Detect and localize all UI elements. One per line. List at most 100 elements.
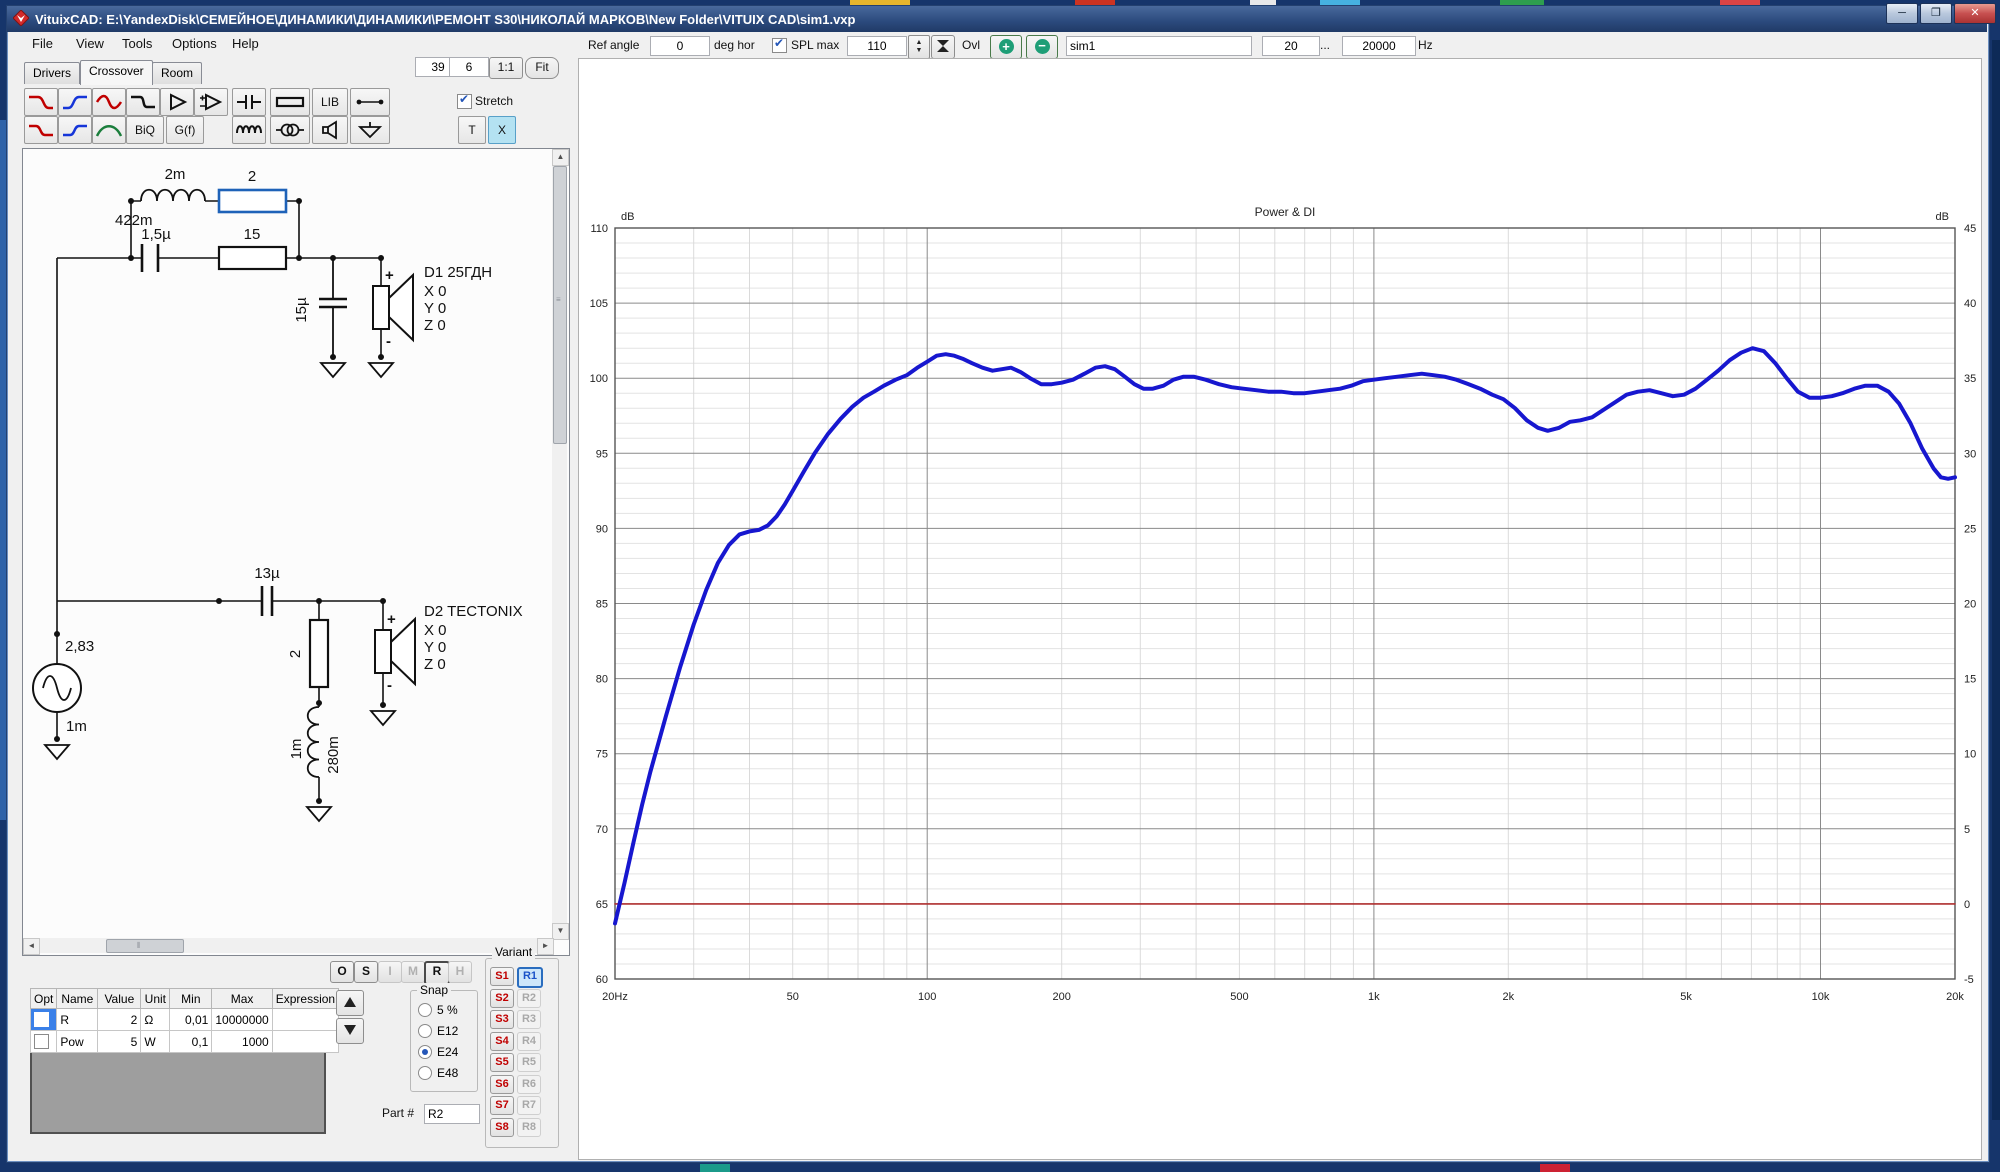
schematic-vscrollbar[interactable]: ▲ ≡ ▼ [552,149,567,938]
spl-max-checkbox[interactable] [772,38,787,53]
peak-filter-button[interactable] [92,88,126,116]
snap-radio-5[interactable] [418,1003,432,1017]
scroll-right-icon[interactable]: ► [537,938,554,955]
power-di-chart[interactable]: 1101051009590858075706560454035302520151… [579,59,1979,1157]
variant-s7-button[interactable]: S7 [490,1096,514,1115]
schematic-speaker-d1[interactable] [373,275,413,340]
vscroll-thumb[interactable]: ≡ [553,166,567,444]
cell-expression[interactable] [272,1031,338,1053]
variant-r3-button[interactable]: R3 [517,1010,541,1029]
variant-s8-button[interactable]: S8 [490,1118,514,1137]
part-number-input[interactable] [424,1104,480,1124]
cell-name[interactable]: Pow [57,1031,98,1053]
variant-s5-button[interactable]: S5 [490,1053,514,1072]
opt-cell[interactable] [31,1031,57,1053]
cell-max[interactable]: 1000 [212,1031,272,1053]
hscroll-thumb[interactable]: ⦀ [106,939,184,953]
schematic-resistor-2b[interactable] [310,620,328,687]
table-row[interactable]: R 2 Ω 0,01 10000000 [31,1009,339,1031]
component-table[interactable]: Opt Name Value Unit Min Max Expression R… [30,988,339,1053]
schematic-resistor-selected[interactable] [219,190,286,212]
close-button[interactable]: ✕ [1954,3,1996,24]
variant-s4-button[interactable]: S4 [490,1032,514,1051]
cell-min[interactable]: 0,01 [170,1009,212,1031]
variant-r6-button[interactable]: R6 [517,1075,541,1094]
grid-rows-input[interactable] [449,57,489,77]
library-button[interactable]: LIB [312,88,348,116]
schematic-hscrollbar[interactable]: ◄ ⦀ ► [23,938,552,953]
scroll-down-icon[interactable]: ▼ [552,923,569,940]
tab-crossover[interactable]: Crossover [80,60,153,85]
freq-max-input[interactable] [1342,36,1416,56]
menu-view[interactable]: View [66,33,114,55]
inductor-button[interactable] [232,116,266,144]
snap-radio-e48[interactable] [418,1066,432,1080]
mode-button-r[interactable]: R [424,961,450,985]
menu-file[interactable]: File [22,33,63,55]
cell-name[interactable]: R [57,1009,98,1031]
cell-value[interactable]: 2 [98,1009,141,1031]
remove-overlay-button[interactable]: − [1026,35,1058,59]
transfer-function-button[interactable]: G(f) [166,116,204,144]
variant-r1-button[interactable]: R1 [517,967,543,988]
variant-s3-button[interactable]: S3 [490,1010,514,1029]
text-tool-button[interactable]: T [458,116,486,144]
mode-button-o[interactable]: O [330,961,354,983]
bandpass-button[interactable] [92,116,126,144]
scroll-left-icon[interactable]: ◄ [23,938,40,955]
row-up-button[interactable] [336,990,364,1016]
stretch-checkbox[interactable] [457,94,472,109]
wire-button[interactable] [350,88,390,116]
menu-tools[interactable]: Tools [112,33,162,55]
variant-r7-button[interactable]: R7 [517,1096,541,1115]
add-overlay-button[interactable]: + [990,35,1022,59]
title-bar[interactable]: VituixCAD: E:\YandexDisk\СЕМЕЙНОЕ\ДИНАМИ… [7,6,1987,32]
schematic-speaker-d2[interactable] [375,619,415,684]
ref-angle-input[interactable] [650,36,710,56]
highshelf-button[interactable] [58,116,92,144]
cell-unit[interactable]: W [141,1031,170,1053]
snap-radio-e24[interactable] [418,1045,432,1059]
schematic-canvas[interactable]: 2m 422m 2 1,5µ 15 15µ D1 25ГДН X 0 Y 0 Z… [22,148,570,956]
autoscale-icon[interactable] [931,35,955,59]
tab-room[interactable]: Room [152,62,202,84]
biquad-button[interactable]: BiQ [126,116,164,144]
buffer-button[interactable] [160,88,194,116]
mode-button-s[interactable]: S [354,961,378,983]
opamp-button[interactable] [194,88,228,116]
ground-button[interactable] [350,116,390,144]
opt-cell-selected[interactable] [31,1009,57,1031]
transformer-button[interactable] [270,116,310,144]
cell-expression[interactable] [272,1009,338,1031]
variant-r8-button[interactable]: R8 [517,1118,541,1137]
spl-max-input[interactable] [847,36,907,56]
delete-tool-button[interactable]: X [488,116,516,144]
capacitor-button[interactable] [232,88,266,116]
cell-max[interactable]: 10000000 [212,1009,272,1031]
sim-name-input[interactable] [1066,36,1252,56]
resistor-button[interactable] [270,88,310,116]
lowpass-filter-button[interactable] [24,88,58,116]
highpass-filter-button[interactable] [58,88,92,116]
zoom-fit-button[interactable]: Fit [525,57,559,79]
tab-drivers[interactable]: Drivers [24,62,80,84]
minimize-button[interactable]: ─ [1886,3,1918,24]
cell-value[interactable]: 5 [98,1031,141,1053]
menu-help[interactable]: Help [222,33,269,55]
variant-r4-button[interactable]: R4 [517,1032,541,1051]
schematic-resistor-15[interactable] [219,247,286,269]
spl-spinner[interactable]: ▲▼ [908,35,930,59]
lowshelf-button[interactable] [24,116,58,144]
row-down-button[interactable] [336,1018,364,1044]
variant-s6-button[interactable]: S6 [490,1075,514,1094]
scroll-up-icon[interactable]: ▲ [552,149,569,166]
zoom-1to1-button[interactable]: 1:1 [489,57,523,79]
variant-s2-button[interactable]: S2 [490,989,514,1008]
variant-s1-button[interactable]: S1 [490,967,514,986]
variant-r5-button[interactable]: R5 [517,1053,541,1072]
maximize-button[interactable]: ❐ [1920,3,1952,24]
menu-options[interactable]: Options [162,33,227,55]
snap-radio-e12[interactable] [418,1024,432,1038]
cell-unit[interactable]: Ω [141,1009,170,1031]
table-row[interactable]: Pow 5 W 0,1 1000 [31,1031,339,1053]
